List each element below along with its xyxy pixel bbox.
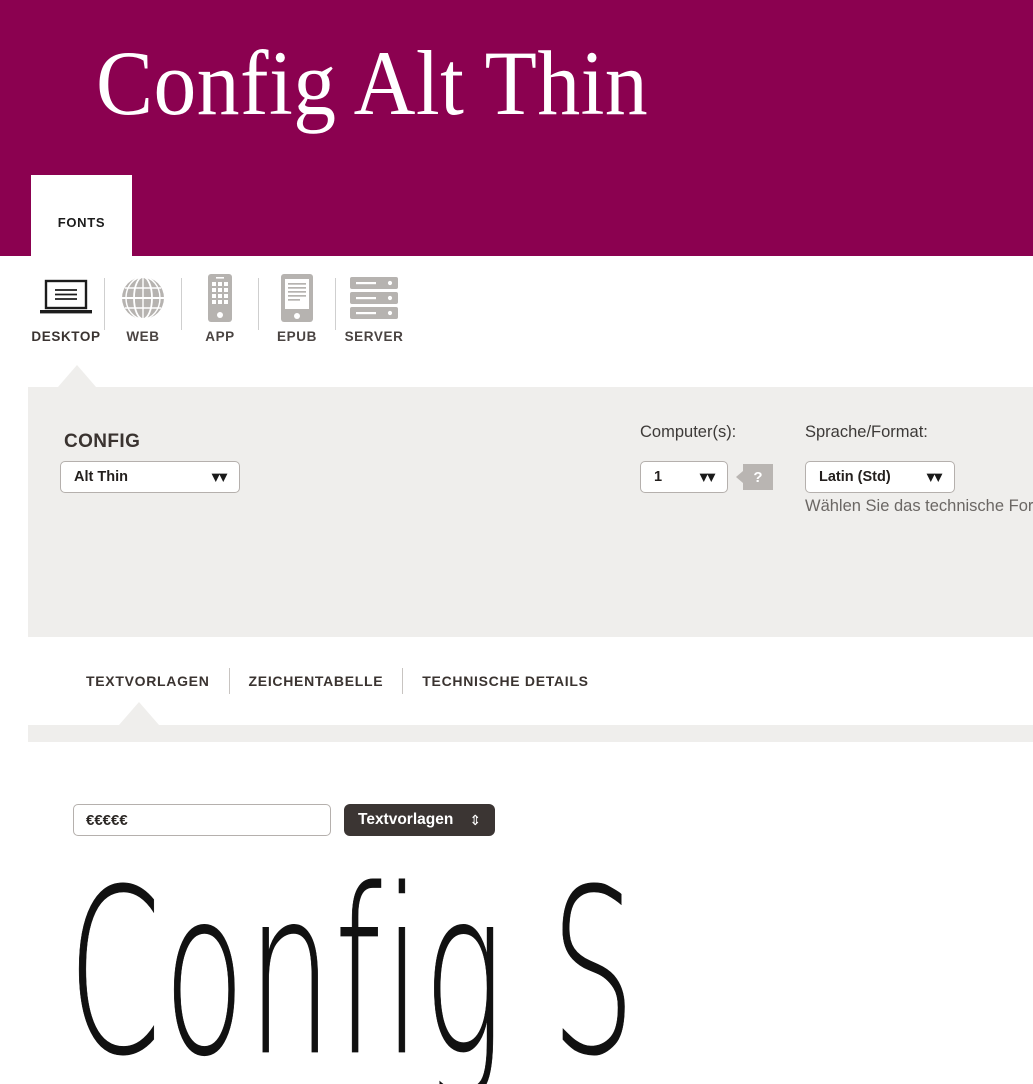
platform-label-epub: EPUB	[277, 329, 317, 344]
computers-label: Computer(s):	[640, 423, 737, 441]
language-help-text: Wählen Sie das technische Format und den…	[805, 497, 1033, 515]
tab-fonts[interactable]: FONTS	[31, 175, 132, 256]
language-format-select[interactable]: Latin (Std) ▾▾	[805, 461, 955, 493]
platform-label-web: WEB	[126, 329, 160, 344]
platform-item-desktop[interactable]: DESKTOP	[28, 272, 104, 344]
page-header: Config Alt Thin FONTS	[0, 0, 1033, 256]
platform-label-desktop: DESKTOP	[31, 329, 101, 344]
platform-label-app: APP	[205, 329, 235, 344]
updown-arrow-icon: ⇕	[469, 812, 482, 828]
platform-selector: DESKTOP WEB APP EPUB SERVER	[28, 272, 412, 364]
platform-item-epub[interactable]: EPUB	[259, 272, 335, 344]
font-preview-area: Config S	[0, 858, 1033, 1084]
chevron-down-icon: ▾▾	[211, 468, 227, 486]
platform-item-app[interactable]: APP	[182, 272, 258, 344]
section-strip	[28, 725, 1033, 742]
section-tab-bar: TEXTVORLAGEN ZEICHENTABELLE TECHNISCHE D…	[86, 668, 589, 694]
help-tooltip-button[interactable]: ?	[736, 464, 773, 490]
tablet-icon	[279, 272, 315, 324]
section-tab-technische-details[interactable]: TECHNISCHE DETAILS	[422, 673, 588, 689]
font-preview-text: Config S	[68, 858, 638, 1084]
config-style-value: Alt Thin	[74, 469, 128, 485]
section-tab-divider	[402, 668, 404, 694]
config-style-select[interactable]: Alt Thin ▾▾	[60, 461, 240, 493]
config-panel-pointer	[58, 365, 96, 387]
tab-fonts-label: FONTS	[57, 215, 106, 230]
globe-icon	[119, 272, 167, 324]
section-tab-zeichentabelle[interactable]: ZEICHENTABELLE	[249, 673, 384, 689]
language-format-value: Latin (Std)	[819, 469, 891, 485]
computers-value: 1	[654, 469, 663, 485]
text-templates-button[interactable]: Textvorlagen ⇕	[344, 804, 496, 836]
text-templates-label: Textvorlagen	[358, 811, 454, 828]
platform-label-server: SERVER	[344, 329, 404, 344]
chevron-down-icon: ▾▾	[699, 468, 715, 486]
question-mark-icon: ?	[753, 468, 763, 486]
platform-item-server[interactable]: SERVER	[336, 272, 412, 344]
config-panel: CONFIG Alt Thin ▾▾ Computer(s): 1 ▾▾ ? S…	[28, 387, 1033, 637]
platform-item-web[interactable]: WEB	[105, 272, 181, 344]
sample-text-input[interactable]	[73, 804, 331, 836]
section-tab-pointer	[119, 702, 159, 725]
laptop-icon	[39, 272, 93, 324]
config-title: CONFIG	[64, 431, 141, 452]
phone-icon	[205, 272, 235, 324]
server-icon	[348, 272, 400, 324]
computers-select[interactable]: 1 ▾▾	[640, 461, 728, 493]
page-title: Config Alt Thin	[96, 32, 649, 134]
chevron-down-icon: ▾▾	[926, 468, 942, 486]
section-tab-divider	[228, 668, 230, 694]
section-tab-textvorlagen[interactable]: TEXTVORLAGEN	[86, 673, 210, 689]
language-format-label: Sprache/Format:	[805, 423, 928, 441]
